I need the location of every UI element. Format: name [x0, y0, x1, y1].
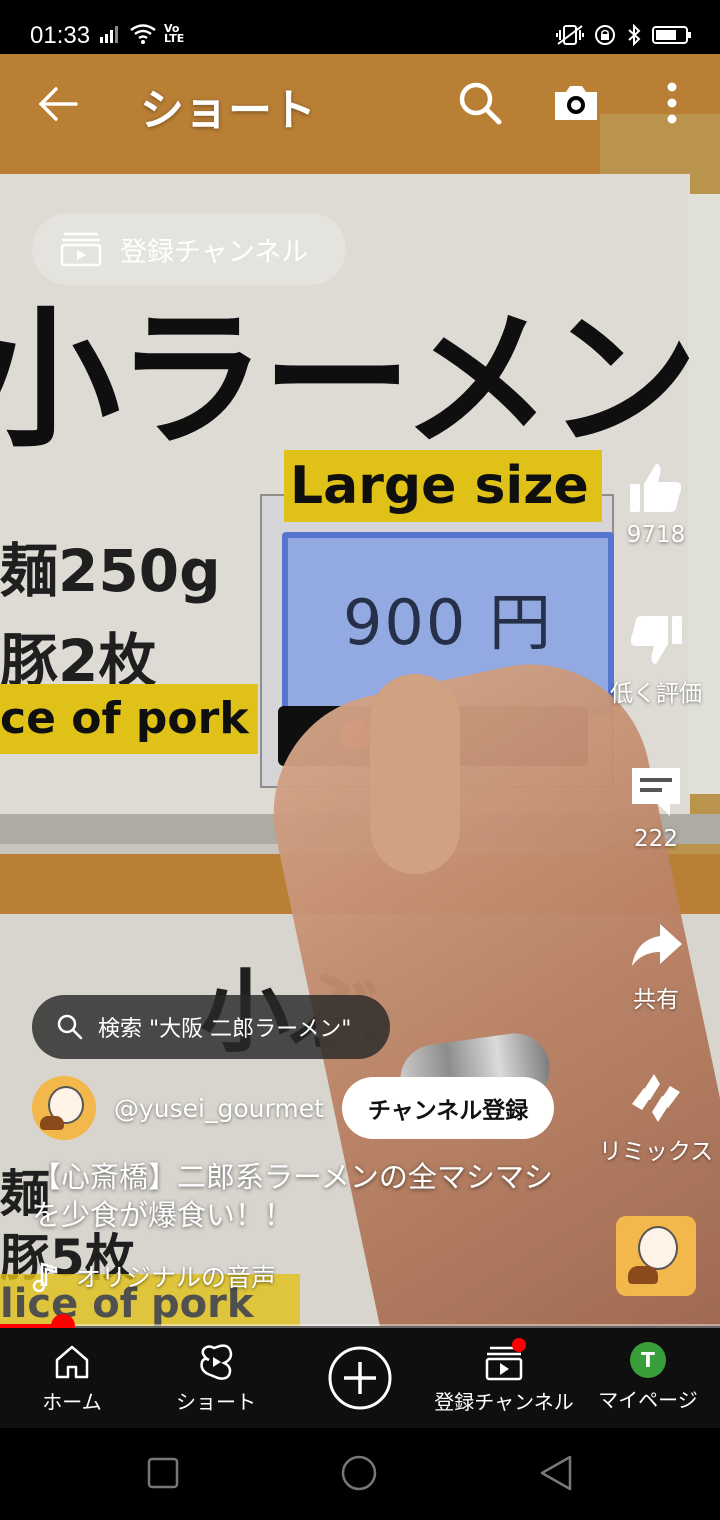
avatar-burger [40, 1116, 64, 1130]
vibrate-icon [556, 25, 584, 45]
comment-count: 222 [634, 826, 678, 852]
dislike-button[interactable]: 低く評価 [596, 612, 716, 708]
create-plus-icon[interactable] [328, 1346, 392, 1410]
remix-icon [632, 1074, 680, 1122]
audio-label: オリジナルの音声 [76, 1263, 277, 1292]
page-title: ショート [140, 85, 316, 136]
volte-icon: Vo LTE [164, 22, 185, 45]
search-suggestion[interactable]: 検索 "大阪 二郎ラーメン" [32, 995, 390, 1059]
profile-avatar: T [630, 1342, 666, 1378]
nav-subscriptions-label: 登録チャンネル [434, 1390, 574, 1414]
nav-profile[interactable]: T マイページ [576, 1328, 720, 1428]
status-time: 01:33 [30, 22, 91, 49]
dislike-label: 低く評価 [610, 681, 702, 707]
video-title[interactable]: 【心斎橋】二郎系ラーメンの全マシマシを少食が爆食い！！ [32, 1158, 572, 1234]
channel-row: @yusei_gourmet チャンネル登録 [32, 1076, 555, 1140]
subscribe-button[interactable]: チャンネル登録 [341, 1077, 555, 1139]
nav-shorts-label: ショート [176, 1390, 256, 1414]
share-icon [632, 924, 682, 966]
audio-row[interactable]: オリジナルの音声 [32, 1258, 276, 1294]
recents-icon[interactable] [146, 1456, 180, 1490]
like-button[interactable]: 9718 [596, 460, 716, 548]
subscriptions-chip-label: 登録チャンネル [120, 236, 309, 268]
system-navigation [0, 1428, 720, 1520]
back-triangle-icon[interactable] [538, 1454, 574, 1492]
nav-profile-label: マイページ [598, 1388, 698, 1412]
lock-rotation-icon [595, 25, 615, 45]
battery-icon [652, 26, 691, 44]
nav-shorts[interactable]: ショート [144, 1328, 288, 1428]
comment-button[interactable]: 222 [596, 764, 716, 852]
search-icon[interactable] [455, 78, 505, 128]
thumbnail-burger [628, 1266, 658, 1284]
subscriptions-chip[interactable]: 登録チャンネル [32, 213, 346, 285]
subscriptions-icon [60, 232, 102, 267]
share-label: 共有 [633, 987, 679, 1013]
music-note-icon [32, 1262, 58, 1292]
top-bar: ショート [0, 54, 720, 154]
signal-icon [100, 26, 118, 43]
nav-home-label: ホーム [42, 1390, 102, 1414]
wifi-icon [130, 24, 156, 44]
remix-thumbnail[interactable] [616, 1216, 696, 1296]
notification-dot [512, 1338, 526, 1352]
status-bar: 01:33 Vo LTE [0, 0, 720, 54]
thumbs-down-icon [630, 616, 682, 664]
back-arrow-icon[interactable] [36, 82, 80, 126]
search-suggestion-text: 検索 "大阪 二郎ラーメン" [98, 1017, 352, 1042]
channel-handle[interactable]: @yusei_gourmet [114, 1094, 324, 1123]
home-icon [55, 1345, 89, 1379]
channel-avatar[interactable] [32, 1076, 96, 1140]
remix-label: リミックス [598, 1139, 714, 1165]
comment-icon [632, 768, 680, 816]
nav-home[interactable]: ホーム [0, 1328, 144, 1428]
status-left-icons: Vo LTE [100, 22, 185, 45]
remix-button[interactable]: リミックス [596, 1070, 716, 1166]
bluetooth-icon [628, 24, 641, 46]
home-circle-icon[interactable] [340, 1454, 378, 1492]
status-right-icons [556, 24, 692, 46]
more-options-icon[interactable] [647, 78, 697, 128]
bottom-navigation: ホーム ショート 登録チャンネル T マイページ [0, 1328, 720, 1428]
nav-subscriptions[interactable]: 登録チャンネル [432, 1328, 576, 1428]
camera-icon[interactable] [551, 78, 601, 128]
like-count: 9718 [626, 522, 686, 548]
thumbnail-face [638, 1226, 678, 1270]
thumbs-up-icon [630, 464, 682, 512]
shorts-icon [200, 1344, 233, 1380]
share-button[interactable]: 共有 [596, 918, 716, 1014]
search-icon [57, 1014, 83, 1040]
